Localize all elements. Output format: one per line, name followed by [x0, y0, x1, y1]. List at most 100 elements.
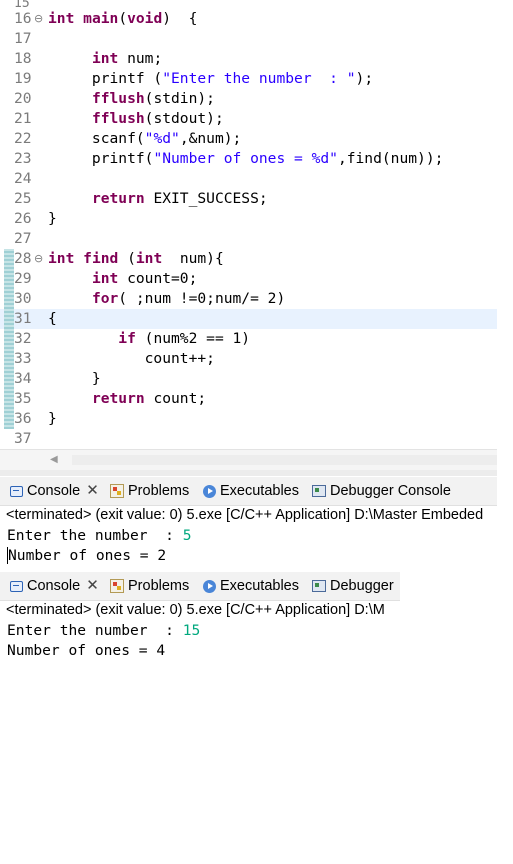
line-number: 27: [14, 230, 32, 247]
line-number: 20: [14, 90, 32, 107]
scrollbar-track[interactable]: [72, 455, 497, 465]
fold-toggle-icon[interactable]: ⊖: [34, 9, 43, 29]
code-editor[interactable]: 15 16 ⊖ int main(void) {17 18 int num; 19 pr…: [0, 0, 497, 470]
user-input-text: 15: [182, 622, 201, 639]
code-line[interactable]: 26}: [0, 209, 497, 229]
code-line[interactable]: 22 scanf("%d",&num);: [0, 129, 497, 149]
console-tab-bar: Console ✕ Problems Executables Debugger …: [0, 477, 497, 506]
code-text: }: [48, 410, 57, 427]
code-line[interactable]: 27: [0, 229, 497, 249]
line-number: 18: [14, 50, 32, 67]
line-number: 21: [14, 110, 32, 127]
console-output-line: Number of ones = 4: [7, 642, 166, 659]
line-number: 17: [14, 30, 32, 47]
view-separator: [0, 470, 497, 476]
code-line[interactable]: 23 printf("Number of ones = %d",find(num…: [0, 149, 497, 169]
problems-icon: [110, 579, 124, 593]
scroll-left-arrow-icon[interactable]: ◀: [50, 454, 58, 465]
code-text: printf ("Enter the number : ");: [48, 70, 374, 87]
line-number: 31: [14, 310, 32, 327]
tab-debugger-label: Debugger: [330, 578, 394, 594]
tab-problems-label: Problems: [128, 578, 190, 594]
tab-console-label: Console: [27, 483, 81, 499]
code-line[interactable]: 32 if (num%2 == 1): [0, 329, 497, 349]
line-number: 29: [14, 270, 32, 287]
fold-toggle-icon[interactable]: ⊖: [34, 249, 43, 269]
tab-console[interactable]: Console ✕: [10, 572, 99, 600]
line-number: 19: [14, 70, 32, 87]
user-input-text: 5: [182, 527, 192, 544]
console-icon: [10, 580, 23, 592]
code-line[interactable]: 36}: [0, 409, 497, 429]
code-line[interactable]: 28 ⊖ int find (int num){: [0, 249, 497, 269]
tab-executables-label: Executables: [220, 578, 299, 594]
line-number: 23: [14, 150, 32, 167]
console-output-line: Enter the number : 15: [7, 622, 200, 639]
console-view-2: Console ✕ Problems Executables Debugger …: [0, 572, 400, 690]
change-marker-gutter: [4, 249, 14, 429]
code-line[interactable]: 35 return count;: [0, 389, 497, 409]
debugger-console-icon: [312, 485, 326, 497]
console-icon: [10, 485, 23, 497]
tab-console[interactable]: Console ✕: [10, 477, 99, 505]
code-line[interactable]: 31 {: [0, 309, 497, 329]
prompt-text: Enter the number :: [7, 527, 183, 544]
console-status: <terminated> (exit value: 0) 5.exe [C/C+…: [6, 602, 385, 618]
line-number: 33: [14, 350, 32, 367]
executables-icon: [203, 579, 216, 593]
close-icon[interactable]: ✕: [86, 572, 99, 600]
code-text: printf("Number of ones = %d",find(num));: [48, 150, 444, 167]
code-line[interactable]: 17: [0, 29, 497, 49]
line-number: 34: [14, 370, 32, 387]
code-text: count++;: [48, 350, 215, 367]
code-text: int main(void) {: [48, 10, 198, 27]
tab-debugger-console[interactable]: Debugger: [312, 572, 394, 600]
horizontal-scrollbar[interactable]: ◀: [0, 449, 497, 470]
code-line[interactable]: 25 return EXIT_SUCCESS;: [0, 189, 497, 209]
line-number: 25: [14, 190, 32, 207]
code-text: return count;: [91, 390, 207, 407]
tab-problems[interactable]: Problems: [110, 477, 189, 505]
code-line[interactable]: 16 ⊖ int main(void) {: [0, 9, 497, 29]
tab-executables-label: Executables: [220, 483, 299, 499]
prompt-text: Enter the number :: [7, 622, 183, 639]
console-output-line: Enter the number : 5: [7, 527, 192, 544]
code-line[interactable]: 37: [0, 429, 497, 449]
code-line[interactable]: 30 for( ;num !=0;num/= 2): [0, 289, 497, 309]
console-view-1: Console ✕ Problems Executables Debugger …: [0, 477, 497, 573]
code-text: fflush(stdout);: [91, 110, 224, 127]
code-line[interactable]: 34 }: [0, 369, 497, 389]
code-line[interactable]: 21 fflush(stdout);: [0, 109, 497, 129]
line-number: 28: [14, 250, 32, 267]
code-text: return EXIT_SUCCESS;: [91, 190, 268, 207]
console-status: <terminated> (exit value: 0) 5.exe [C/C+…: [6, 507, 484, 523]
debugger-console-icon: [312, 580, 326, 592]
code-text: if (num%2 == 1): [118, 330, 251, 347]
line-number: 24: [14, 170, 32, 187]
code-text: }: [48, 370, 101, 387]
code-line[interactable]: 18 int num;: [0, 49, 497, 69]
line-number: 30: [14, 290, 32, 307]
code-text: {: [48, 310, 57, 327]
tab-problems-label: Problems: [128, 483, 190, 499]
close-icon[interactable]: ✕: [86, 477, 99, 505]
code-line[interactable]: 19 printf ("Enter the number : ");: [0, 69, 497, 89]
tab-executables[interactable]: Executables: [203, 572, 299, 600]
code-text: fflush(stdin);: [91, 90, 215, 107]
code-line[interactable]: 24: [0, 169, 497, 189]
code-text: int find (int num){: [48, 250, 224, 267]
code-text: }: [48, 210, 57, 227]
tab-debugger-console[interactable]: Debugger Console: [312, 477, 451, 505]
line-number: 16: [14, 10, 32, 27]
tab-problems[interactable]: Problems: [110, 572, 189, 600]
tab-executables[interactable]: Executables: [203, 477, 299, 505]
line-number: 35: [14, 390, 32, 407]
code-text: scanf("%d",&num);: [48, 130, 242, 147]
code-line[interactable]: 20 fflush(stdin);: [0, 89, 497, 109]
line-number: 37: [14, 430, 32, 447]
code-line[interactable]: 33 count++;: [0, 349, 497, 369]
tab-debugger-label: Debugger Console: [330, 483, 451, 499]
code-line[interactable]: 29 int count=0;: [0, 269, 497, 289]
line-number: 22: [14, 130, 32, 147]
tab-console-label: Console: [27, 578, 81, 594]
